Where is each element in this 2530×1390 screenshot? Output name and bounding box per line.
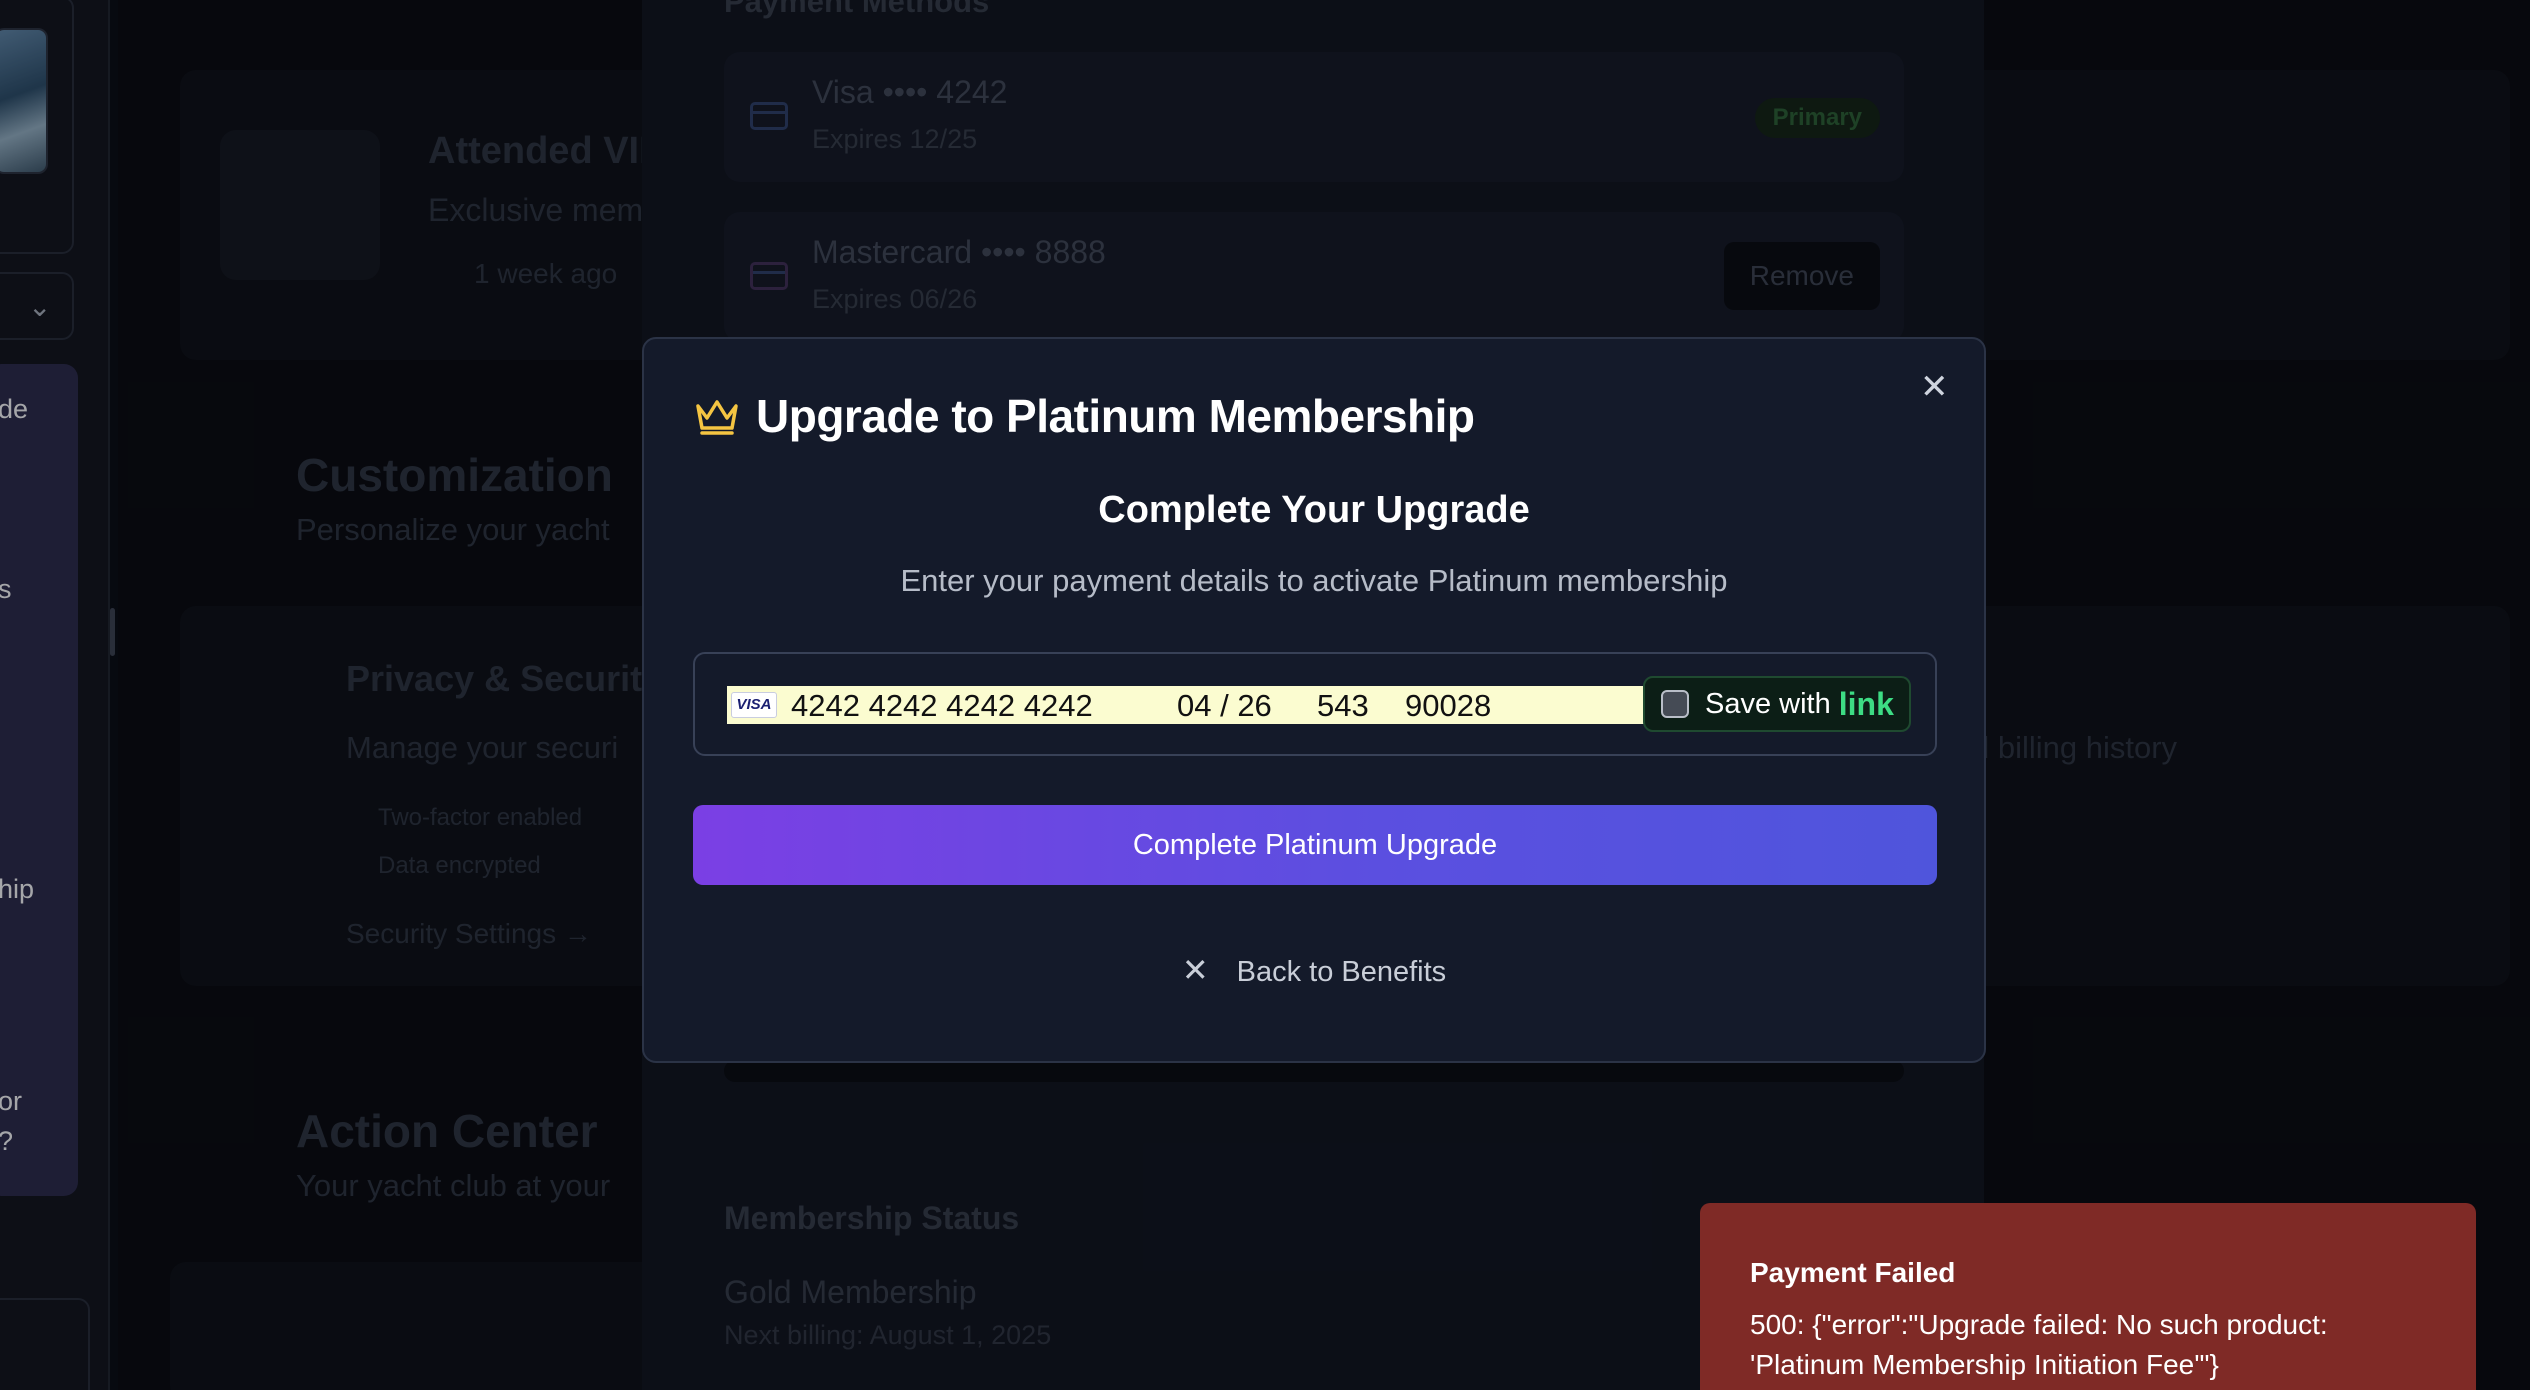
save-with-link-toggle[interactable]: Save with link: [1643, 676, 1911, 732]
toast-message: 500: {"error":"Upgrade failed: No such p…: [1750, 1309, 2328, 1380]
crown-icon: [696, 400, 738, 435]
error-toast: Payment Failed 500: {"error":"Upgrade fa…: [1700, 1203, 2476, 1390]
modal-subtitle: Complete Your Upgrade: [1098, 489, 1530, 531]
close-icon: ✕: [1181, 952, 1209, 988]
upgrade-modal: ✕ Upgrade to Platinum Membership Complet…: [642, 337, 1986, 1063]
link-logo: link: [1838, 685, 1894, 722]
card-number-input[interactable]: 4242 4242 4242 4242: [791, 688, 1093, 724]
card-cvc-input[interactable]: 543: [1317, 688, 1369, 724]
visa-icon: VISA: [731, 692, 777, 718]
close-icon[interactable]: ✕: [1920, 367, 1949, 407]
save-with-link-checkbox[interactable]: [1661, 690, 1689, 718]
modal-description: Enter your payment details to activate P…: [900, 563, 1728, 598]
modal-title: Upgrade to Platinum Membership: [756, 390, 1475, 442]
card-zip-input[interactable]: 90028: [1405, 688, 1491, 724]
card-payment-field[interactable]: VISA 4242 4242 4242 4242 04 / 26 543 900…: [693, 652, 1937, 756]
save-with-label: Save with: [1705, 687, 1831, 720]
back-to-benefits-button[interactable]: ✕ Back to Benefits: [644, 951, 1984, 989]
back-label: Back to Benefits: [1236, 956, 1447, 988]
card-input-autofilled[interactable]: VISA 4242 4242 4242 4242 04 / 26 543 900…: [727, 686, 1647, 724]
modal-header: Upgrade to Platinum Membership: [694, 389, 1475, 443]
card-expiry-input[interactable]: 04 / 26: [1177, 688, 1272, 724]
toast-title: Payment Failed: [1750, 1257, 1956, 1288]
complete-upgrade-button[interactable]: Complete Platinum Upgrade: [693, 805, 1937, 885]
